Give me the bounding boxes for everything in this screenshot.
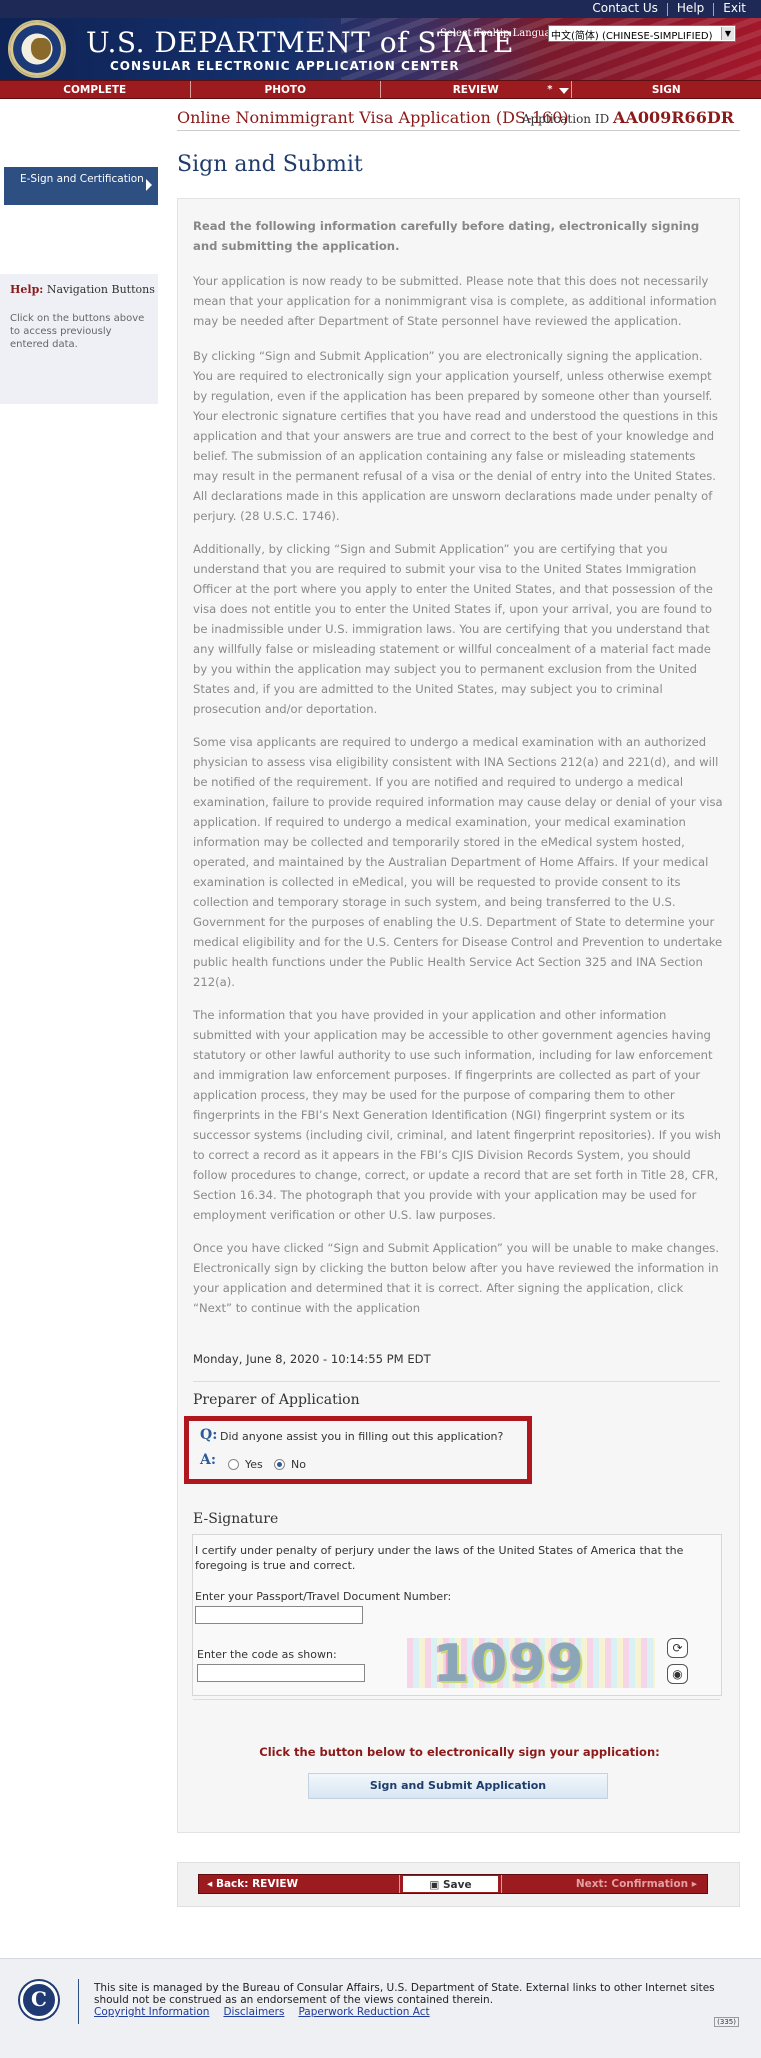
help-panel: Help: Navigation Buttons Click on the bu… xyxy=(0,274,158,404)
refresh-icon[interactable]: ⟳ xyxy=(667,1638,688,1658)
passport-number-label: Enter your Passport/Travel Document Numb… xyxy=(195,1590,452,1603)
exit-link[interactable]: Exit xyxy=(714,1,755,16)
footer-disclaimer: This site is managed by the Bureau of Co… xyxy=(94,1982,715,2006)
site-footer: C This site is managed by the Bureau of … xyxy=(0,1958,761,2058)
step-navigation: COMPLETE PHOTO REVIEW * SIGN xyxy=(0,80,761,99)
step-review[interactable]: REVIEW * xyxy=(381,81,572,98)
radio-yes-label[interactable]: Yes xyxy=(245,1458,263,1471)
step-review-marker: * xyxy=(547,84,553,95)
preparer-section-title: Preparer of Application xyxy=(193,1392,360,1408)
eagle-icon xyxy=(31,38,51,60)
paragraph-certifying: Additionally, by clicking “Sign and Subm… xyxy=(193,542,713,716)
back-button[interactable]: ◂ Back: REVIEW xyxy=(199,1875,400,1893)
audio-icon[interactable]: ◉ xyxy=(667,1664,688,1684)
department-seal-icon xyxy=(8,20,66,78)
help-text: Click on the buttons above to access pre… xyxy=(10,313,145,350)
footer-links: Copyright Information Disclaimers Paperw… xyxy=(94,2006,444,2018)
sidebar-item-label: E-Sign and Certification xyxy=(20,173,144,185)
sign-and-submit-button[interactable]: Sign and Submit Application xyxy=(308,1773,608,1799)
question-label: Q: xyxy=(200,1427,218,1443)
form-title: Online Nonimmigrant Visa Application (DS… xyxy=(177,108,569,127)
sign-submit-panel: Read the following information carefully… xyxy=(177,198,740,1833)
ceac-subtitle: CONSULAR ELECTRONIC APPLICATION CENTER xyxy=(110,59,460,73)
paragraph-signing: By clicking “Sign and Submit Application… xyxy=(193,349,718,523)
step-sign[interactable]: SIGN xyxy=(572,81,761,98)
top-links: Contact Us Help Exit xyxy=(583,1,755,16)
save-button[interactable]: ▣ Save xyxy=(402,1875,499,1893)
passport-number-input[interactable] xyxy=(195,1606,363,1624)
captcha-image: 1099 xyxy=(407,1638,655,1688)
signature-date: Monday, June 8, 2020 - 10:14:55 PM EDT xyxy=(193,1352,431,1366)
step-review-label: REVIEW xyxy=(452,84,499,96)
save-icon: ▣ xyxy=(429,1879,440,1891)
next-button[interactable]: Next: Confirmation ▸ xyxy=(501,1875,707,1893)
bottom-navigation: ◂ Back: REVIEW ▣ Save Next: Confirmation… xyxy=(177,1862,740,1907)
help-title-prefix: Help: xyxy=(10,283,44,296)
paragraph-final: Once you have clicked “Sign and Submit A… xyxy=(193,1241,720,1315)
step-complete[interactable]: COMPLETE xyxy=(0,81,191,98)
radio-yes[interactable] xyxy=(228,1459,239,1470)
save-button-label: Save xyxy=(442,1879,472,1891)
lead-paragraph: Read the following information carefully… xyxy=(193,219,700,253)
help-title-text: Navigation Buttons xyxy=(46,283,155,296)
divider xyxy=(177,130,740,131)
sidebar-item-e-sign[interactable]: E-Sign and Certification xyxy=(0,167,158,205)
captcha-text: 1099 xyxy=(433,1638,586,1688)
answer-label: A: xyxy=(200,1452,217,1468)
language-selected-value: 中文(简体) (CHINESE-SIMPLIFIED) xyxy=(551,31,713,42)
esignature-section-title: E-Signature xyxy=(193,1511,279,1527)
top-utility-bar: Contact Us Help Exit xyxy=(0,0,761,18)
chevron-down-icon[interactable]: ▼ xyxy=(721,27,734,40)
divider xyxy=(193,1699,720,1700)
page-title: Sign and Submit xyxy=(177,152,363,177)
footer-badge: (335) xyxy=(714,2017,739,2027)
paragraph-medical: Some visa applicants are required to und… xyxy=(193,735,723,989)
step-photo[interactable]: PHOTO xyxy=(191,81,381,98)
paperwork-reduction-link[interactable]: Paperwork Reduction Act xyxy=(298,2006,429,2018)
bottom-nav-bar: ◂ Back: REVIEW ▣ Save Next: Confirmation… xyxy=(198,1874,708,1894)
paragraph-information: The information that you have provided i… xyxy=(193,1008,721,1222)
preparer-question: Did anyone assist you in filling out thi… xyxy=(220,1430,504,1443)
divider xyxy=(78,1979,79,2024)
preparer-question-box: Q: Did anyone assist you in filling out … xyxy=(184,1416,532,1484)
help-link[interactable]: Help xyxy=(668,1,713,16)
divider xyxy=(193,1381,720,1382)
copyright-link[interactable]: Copyright Information xyxy=(94,2006,209,2018)
certification-text: I certify under penalty of perjury under… xyxy=(195,1544,684,1572)
back-button-label: Back: REVIEW xyxy=(215,1878,299,1890)
captcha-code-label: Enter the code as shown: xyxy=(197,1648,337,1661)
paragraph-ready: Your application is now ready to be subm… xyxy=(193,274,717,328)
site-header: U.S. DEPARTMENT of STATE CONSULAR ELECTR… xyxy=(0,18,761,80)
help-title: Help: Navigation Buttons xyxy=(10,283,155,296)
next-button-label: Next: Confirmation xyxy=(575,1878,689,1890)
radio-no[interactable] xyxy=(274,1459,285,1470)
application-id-label: Application ID xyxy=(521,112,610,126)
arrow-right-icon xyxy=(146,179,152,191)
application-id-value: AA009R66DR xyxy=(613,108,734,127)
radio-no-label[interactable]: No xyxy=(291,1458,306,1471)
tooltip-language-label: Select Tooltip Language xyxy=(440,28,563,39)
triangle-down-icon xyxy=(558,88,569,94)
contact-us-link[interactable]: Contact Us xyxy=(583,1,667,16)
application-id: Application ID AA009R66DR xyxy=(522,108,734,127)
language-select[interactable]: 中文(简体) (CHINESE-SIMPLIFIED) ▼ xyxy=(548,25,736,42)
consular-affairs-logo-icon: C xyxy=(20,1981,58,2019)
disclaimers-link[interactable]: Disclaimers xyxy=(223,2006,284,2018)
captcha-code-input[interactable] xyxy=(197,1664,365,1682)
sign-instruction: Click the button below to electronically… xyxy=(259,1745,660,1759)
esignature-box: I certify under penalty of perjury under… xyxy=(192,1534,722,1696)
